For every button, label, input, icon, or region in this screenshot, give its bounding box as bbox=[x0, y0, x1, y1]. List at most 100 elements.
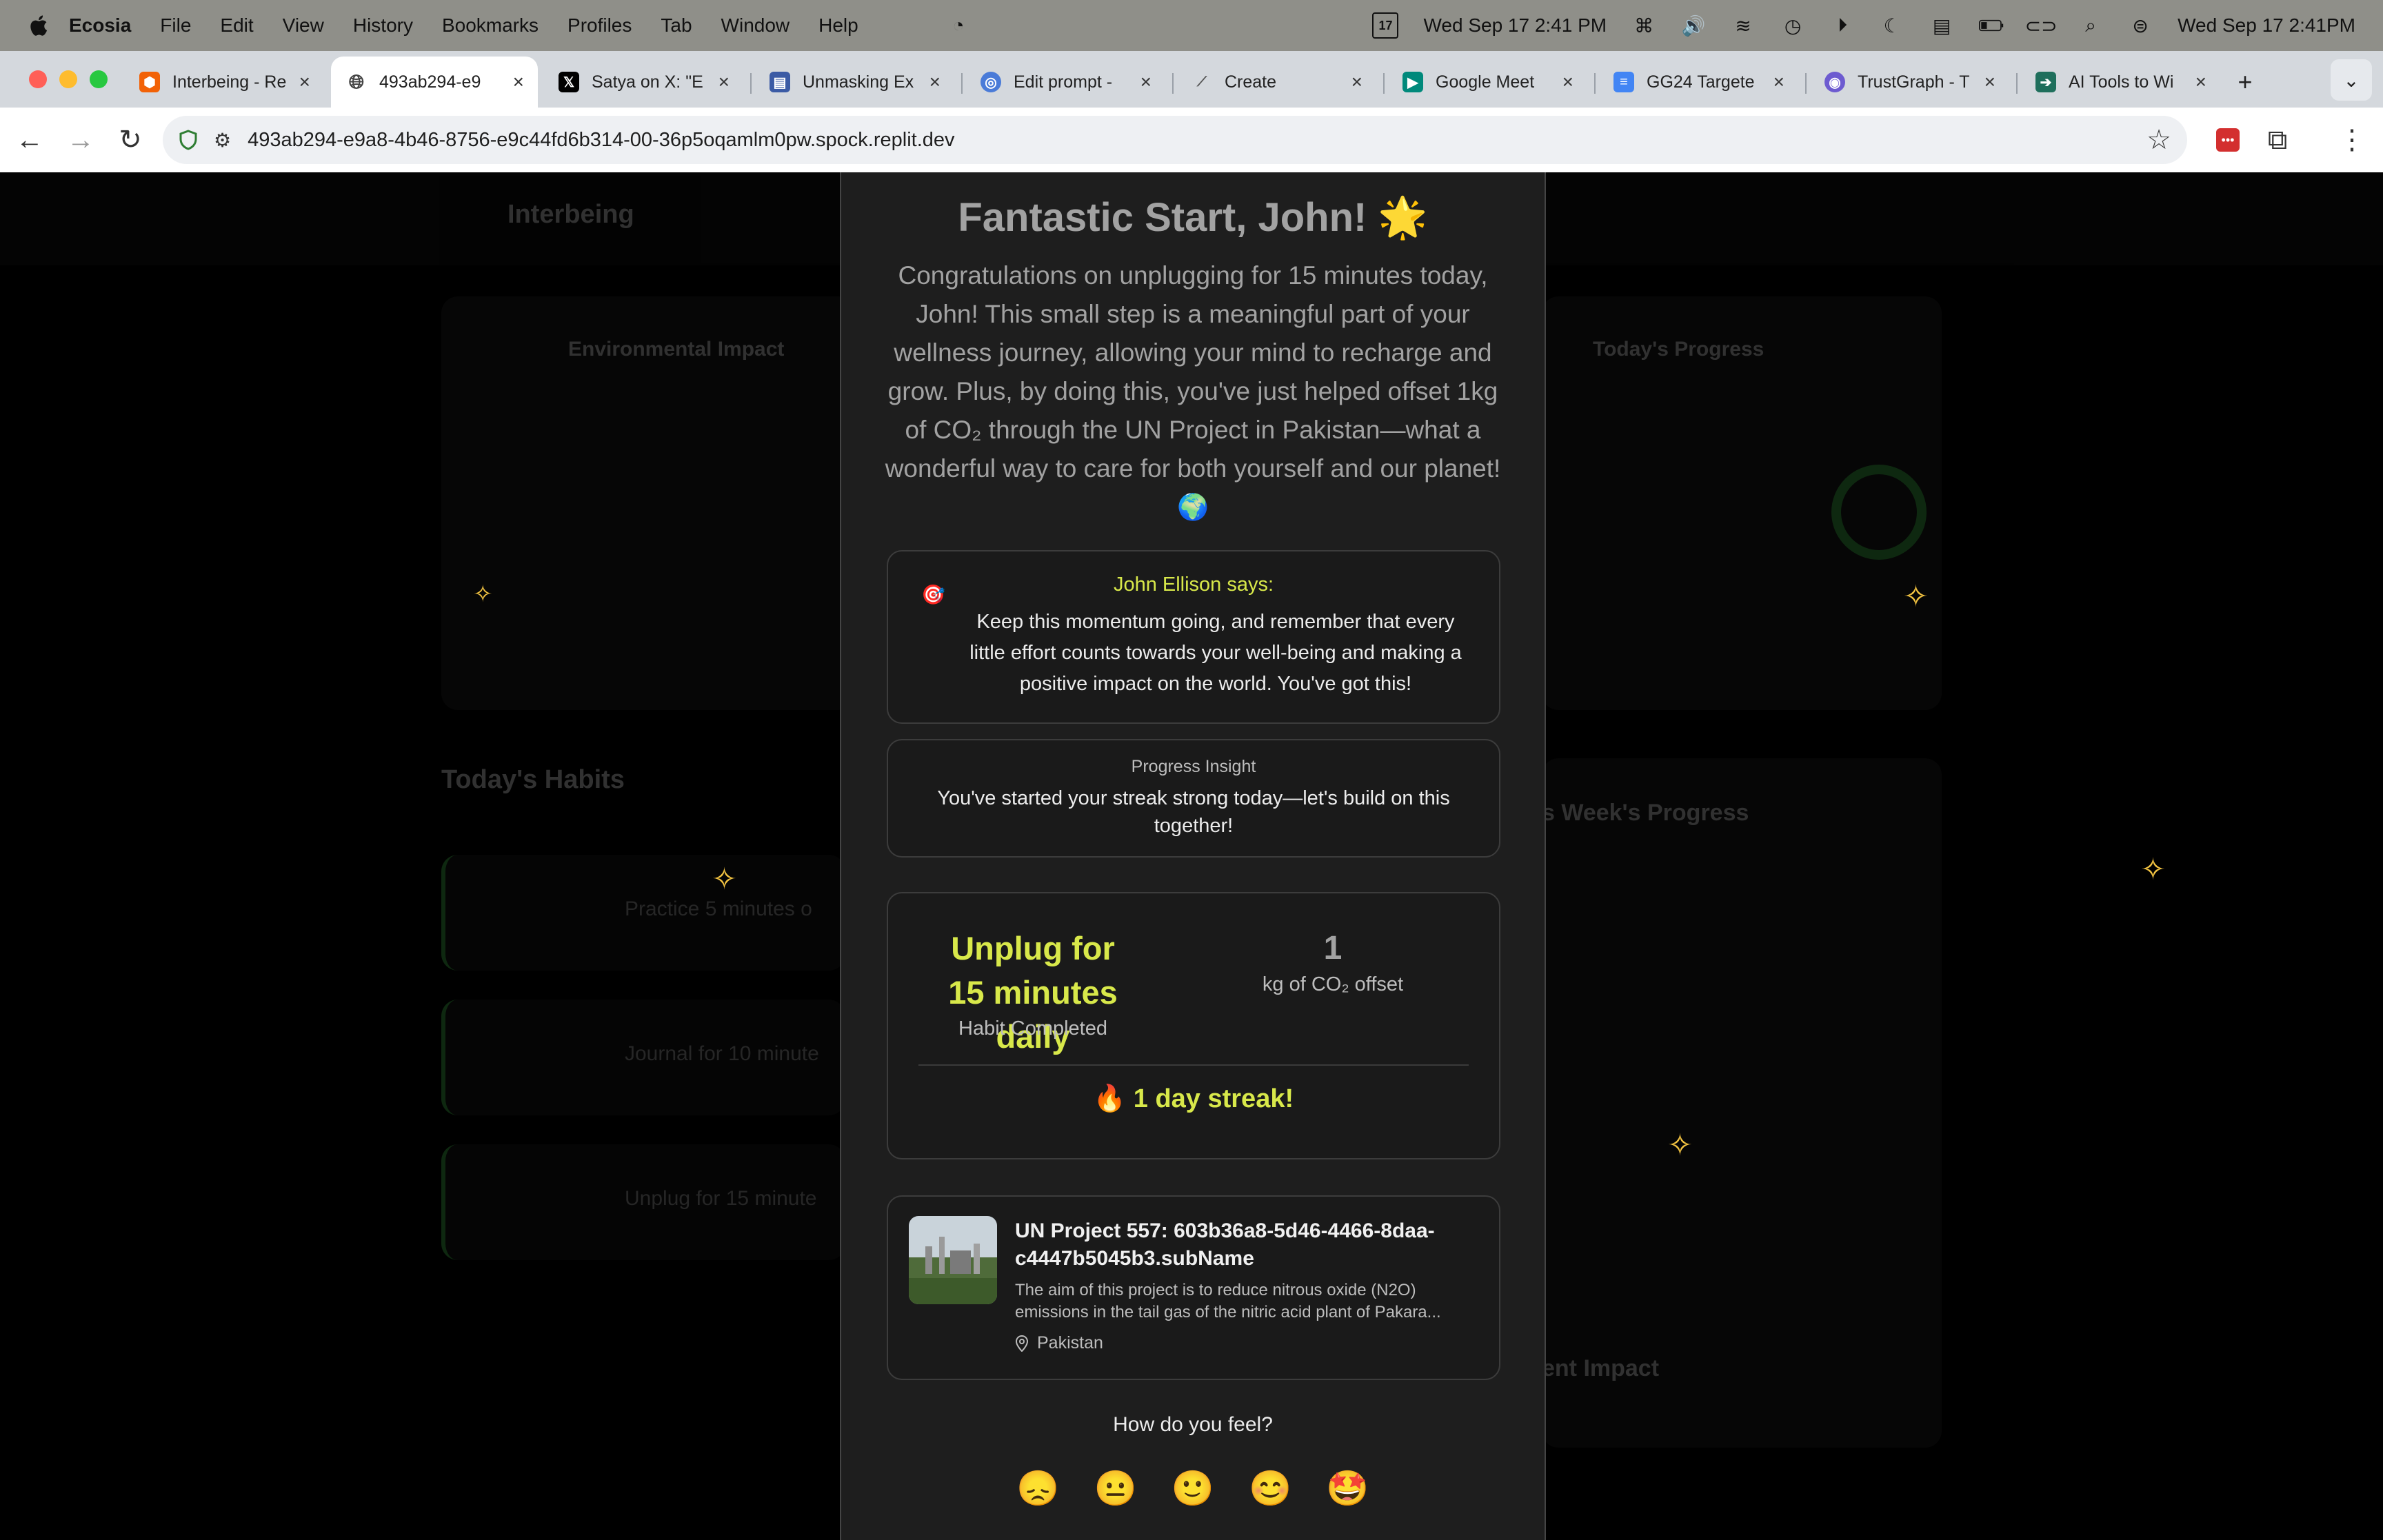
time-machine-icon[interactable]: ◷ bbox=[1780, 14, 1805, 37]
stack-icon[interactable]: ≋ bbox=[1731, 14, 1756, 37]
meet-icon: ▶ bbox=[1402, 72, 1423, 92]
focus-timer-icon[interactable]: ◔ bbox=[946, 14, 971, 37]
zoom-window-button[interactable] bbox=[90, 70, 108, 88]
close-tab-icon[interactable]: × bbox=[1351, 71, 1363, 93]
browser-menu-icon[interactable]: ⋮ bbox=[2335, 123, 2369, 157]
sparkle-icon: ✧ bbox=[1903, 580, 1929, 614]
moon-icon[interactable]: ☾ bbox=[1880, 14, 1904, 37]
tab-interbeing[interactable]: ⬢ Interbeing - Re × bbox=[124, 57, 324, 108]
sparkle-icon: ✧ bbox=[473, 581, 493, 607]
tab-title: 493ab294-e9 bbox=[379, 72, 481, 92]
modal-message: Congratulations on unplugging for 15 min… bbox=[885, 261, 1501, 521]
close-tab-icon[interactable]: × bbox=[1773, 71, 1784, 93]
menu-history[interactable]: History bbox=[353, 14, 413, 37]
extensions-puzzle-icon[interactable]: ⧉ bbox=[2260, 123, 2295, 157]
menu-help[interactable]: Help bbox=[818, 14, 858, 37]
extension-badge-icon[interactable]: ••• bbox=[2211, 123, 2245, 157]
mood-sad-button[interactable]: 😞 bbox=[1016, 1468, 1059, 1509]
close-tab-icon[interactable]: × bbox=[929, 71, 941, 93]
link-icon[interactable]: ⊂⊃ bbox=[2025, 14, 2058, 37]
tab-trustgraph[interactable]: ◉ TrustGraph - T × bbox=[1809, 57, 2009, 108]
menu-bookmarks[interactable]: Bookmarks bbox=[442, 14, 539, 37]
coach-message: Keep this momentum going, and remember t… bbox=[969, 611, 1462, 695]
shield-icon[interactable] bbox=[178, 130, 199, 150]
un-project-card[interactable]: UN Project 557: 603b36a8-5d46-4466-8daa-… bbox=[887, 1195, 1500, 1380]
menu-view[interactable]: View bbox=[283, 14, 324, 37]
impact-title: ent Impact bbox=[1542, 1355, 1660, 1381]
close-tab-icon[interactable]: × bbox=[299, 71, 310, 93]
mood-star-struck-button[interactable]: 🤩 bbox=[1326, 1468, 1369, 1509]
tab-ai-tools[interactable]: ➔ AI Tools to Wi × bbox=[2020, 57, 2220, 108]
google-docs-icon: ≡ bbox=[1613, 72, 1634, 92]
habit-row: Practice 5 minutes o bbox=[441, 855, 845, 971]
progress-insight-card: Progress Insight You've started your str… bbox=[887, 739, 1500, 858]
close-window-button[interactable] bbox=[29, 70, 47, 88]
tab-edit-prompt[interactable]: ◎ Edit prompt - × bbox=[965, 57, 1165, 108]
bookmark-star-icon[interactable]: ☆ bbox=[2142, 123, 2176, 157]
menu-app-name[interactable]: Ecosia bbox=[69, 14, 131, 37]
project-location: Pakistan bbox=[1015, 1333, 1103, 1353]
sparkle-icon: ✧ bbox=[2140, 853, 2166, 886]
new-tab-button[interactable]: + bbox=[2224, 57, 2266, 108]
site-settings-icon[interactable]: ⚙ bbox=[214, 129, 231, 152]
celebration-modal: Fantastic Start, John! 🌟 Congratulations… bbox=[840, 172, 1546, 1540]
menu-tab[interactable]: Tab bbox=[661, 14, 692, 37]
battery-icon[interactable] bbox=[1979, 14, 2004, 37]
menubar-datetime-primary[interactable]: Wed Sep 17 2:41 PM bbox=[1423, 14, 1607, 37]
tab-title: Edit prompt - bbox=[1014, 72, 1113, 92]
streak-badge: 🔥 1 day streak! bbox=[888, 1084, 1499, 1114]
habit-summary-card: Unplug for 15 minutes daily Habit Comple… bbox=[887, 892, 1500, 1159]
control-center-icon[interactable]: ⊜ bbox=[2128, 14, 2153, 37]
tab-title: Unmasking Ex bbox=[803, 72, 914, 92]
week-progress-card bbox=[1542, 758, 1942, 1448]
chatbot-icon: ◎ bbox=[981, 72, 1001, 92]
play-circle-icon[interactable]: ⏵ bbox=[1830, 14, 1855, 37]
macos-menu-bar: Ecosia File Edit View History Bookmarks … bbox=[0, 0, 2383, 51]
address-bar[interactable]: ⚙ 493ab294-e9a8-4b46-8756-e9c44fd6b314-0… bbox=[163, 116, 2187, 164]
apple-logo-icon[interactable] bbox=[28, 14, 48, 37]
mood-neutral-button[interactable]: 😐 bbox=[1094, 1468, 1137, 1509]
reload-icon[interactable]: ↻ bbox=[113, 123, 148, 157]
tab-title: Create bbox=[1225, 72, 1277, 92]
tab-title: Google Meet bbox=[1436, 72, 1535, 92]
tab-active-app[interactable]: 🌐︎ 493ab294-e9 × bbox=[331, 57, 538, 108]
menu-edit[interactable]: Edit bbox=[220, 14, 253, 37]
menubar-datetime-secondary[interactable]: Wed Sep 17 2:41PM bbox=[2178, 14, 2355, 37]
tab-gg24[interactable]: ≡ GG24 Targete × bbox=[1598, 57, 1798, 108]
volume-icon[interactable]: 🔊 bbox=[1681, 14, 1706, 37]
tab-title: TrustGraph - T bbox=[1858, 72, 1970, 92]
back-arrow-icon[interactable]: ← bbox=[12, 123, 47, 157]
sparkle-icon: ✧ bbox=[1667, 1128, 1693, 1162]
close-tab-icon[interactable]: × bbox=[718, 71, 730, 93]
minimize-window-button[interactable] bbox=[59, 70, 77, 88]
url-text[interactable]: 493ab294-e9a8-4b46-8756-e9c44fd6b314-00-… bbox=[248, 129, 954, 152]
close-tab-icon[interactable]: × bbox=[1562, 71, 1573, 93]
close-tab-icon[interactable]: × bbox=[1140, 71, 1152, 93]
map-pin-icon bbox=[1015, 1335, 1029, 1352]
todays-habits-title: Today's Habits bbox=[441, 765, 625, 794]
calendar-icon[interactable]: 17 bbox=[1372, 12, 1399, 39]
menu-file[interactable]: File bbox=[160, 14, 191, 37]
spotlight-search-icon[interactable]: ⌕ bbox=[2078, 14, 2103, 37]
coach-name: John Ellison says: bbox=[1113, 574, 1274, 596]
close-tab-icon[interactable]: × bbox=[513, 71, 524, 93]
tab-search-dropdown-icon[interactable]: ⌄ bbox=[2331, 59, 2372, 101]
close-tab-icon[interactable]: × bbox=[2195, 71, 2206, 93]
co2-offset-label: kg of CO₂ offset bbox=[1262, 973, 1404, 995]
tab-unmasking[interactable]: ▤ Unmasking Ex × bbox=[754, 57, 954, 108]
forward-arrow-icon[interactable]: → bbox=[63, 123, 98, 157]
close-tab-icon[interactable]: × bbox=[1984, 71, 1995, 93]
menu-profiles[interactable]: Profiles bbox=[567, 14, 632, 37]
habit-row: Journal for 10 minute bbox=[441, 1000, 845, 1115]
tab-google-meet[interactable]: ▶ Google Meet × bbox=[1387, 57, 1587, 108]
mood-slightly-happy-button[interactable]: 🙂 bbox=[1172, 1468, 1214, 1509]
mood-happy-button[interactable]: 😊 bbox=[1249, 1468, 1291, 1509]
tab-create[interactable]: ⟋ Create × bbox=[1176, 57, 1376, 108]
progress-ring bbox=[1831, 465, 1927, 560]
app-logo-text: Interbeing bbox=[507, 200, 634, 229]
streak-text: 1 day streak! bbox=[1133, 1084, 1294, 1113]
tab-satya-x[interactable]: 𝕏 Satya on X: "E × bbox=[543, 57, 743, 108]
display-icon[interactable]: ▤ bbox=[1929, 14, 1954, 37]
menu-window[interactable]: Window bbox=[721, 14, 790, 37]
command-icon[interactable]: ⌘ bbox=[1631, 14, 1656, 37]
